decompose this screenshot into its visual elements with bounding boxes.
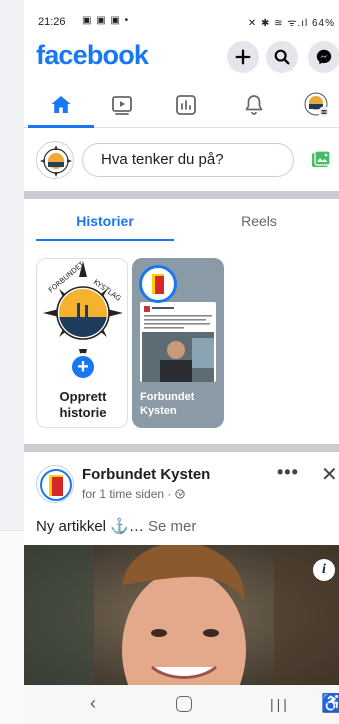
nav-notifications[interactable] — [224, 82, 284, 128]
post-image[interactable]: i — [24, 545, 339, 685]
search-button[interactable] — [266, 41, 298, 73]
profile-menu-icon — [304, 92, 330, 118]
info-icon[interactable]: i — [313, 559, 335, 581]
globe-icon — [175, 489, 185, 499]
nav-menu-profile[interactable] — [287, 82, 339, 128]
stories-tabs: Historier Reels — [24, 199, 339, 243]
back-nav-icon[interactable]: ‹ — [90, 693, 96, 714]
see-more-link[interactable]: Se mer — [144, 518, 196, 535]
photo-icon[interactable] — [310, 149, 332, 171]
section-divider — [24, 191, 339, 199]
plus-icon — [235, 49, 251, 65]
tab-historier[interactable]: Historier — [36, 199, 174, 243]
status-bar: 21:26 ▣ ▣ ▣ • ✕ ✱ ≋ ᯤ.ıl 64% — [24, 0, 339, 36]
home-nav-icon[interactable] — [176, 696, 192, 712]
club-logo-icon — [40, 145, 72, 177]
messenger-icon — [316, 49, 332, 65]
create-story-card[interactable]: FORBUNDET KYSTLAG + Opprett historie — [36, 258, 128, 428]
tab-active-indicator — [36, 239, 174, 241]
post-author-name[interactable]: Forbundet Kysten — [82, 466, 210, 483]
compass-logo-icon: FORBUNDET KYSTLAG — [43, 260, 123, 365]
post-header: Forbundet Kysten for 1 time siden · ••• … — [24, 452, 339, 512]
home-icon — [51, 96, 71, 113]
notification-icons: ▣ ▣ ▣ • — [82, 15, 130, 26]
create-story-label: Opprett historie — [59, 389, 107, 420]
create-button[interactable] — [227, 41, 259, 73]
android-navigation-bar: ‹ ||| ♿ — [24, 685, 339, 724]
system-icons: ✕ ✱ ≋ ᯤ.ıl — [247, 18, 309, 29]
bell-icon — [245, 95, 263, 115]
nav-active-indicator — [28, 125, 94, 128]
messenger-button[interactable] — [308, 41, 339, 73]
video-icon — [112, 96, 132, 115]
accessibility-icon[interactable]: ♿ — [321, 693, 339, 714]
post-author-avatar[interactable] — [36, 465, 74, 503]
post-composer: Hva tenker du på? — [24, 129, 339, 191]
story-author-name: Forbundet Kysten — [140, 391, 195, 417]
system-status: ✕ ✱ ≋ ᯤ.ıl 64% — [248, 15, 335, 29]
kysten-logo-icon — [152, 274, 164, 294]
battery-level: 64% — [311, 18, 335, 29]
tab-reels[interactable]: Reels — [190, 199, 328, 243]
story-thumbnail — [142, 306, 214, 382]
story-forbundet-kysten[interactable]: Forbundet Kysten — [132, 258, 224, 428]
facebook-app: 21:26 ▣ ▣ ▣ • ✕ ✱ ≋ ᯤ.ıl 64% facebook Hv… — [24, 0, 339, 724]
post-close-button[interactable]: ✕ — [321, 462, 338, 487]
search-icon — [274, 49, 290, 65]
section-divider — [24, 444, 339, 452]
main-nav — [24, 82, 339, 128]
kysten-logo-icon — [40, 469, 72, 501]
whats-on-your-mind-input[interactable]: Hva tenker du på? — [82, 143, 294, 177]
status-time: 21:26 — [38, 16, 66, 28]
add-story-plus-icon: + — [69, 353, 97, 381]
nav-home[interactable] — [31, 82, 91, 128]
post-options-button[interactable]: ••• — [277, 462, 299, 483]
avatar[interactable] — [36, 141, 74, 179]
portrait-photo — [24, 545, 339, 685]
recents-nav-icon[interactable]: ||| — [270, 696, 290, 712]
facebook-logo[interactable]: facebook — [36, 40, 149, 71]
story-avatar — [139, 265, 177, 303]
post-timestamp: for 1 time siden · — [82, 487, 185, 501]
background-strip — [0, 0, 24, 724]
story-preview — [140, 302, 216, 382]
create-story-avatar: FORBUNDET KYSTLAG — [37, 259, 127, 367]
nav-marketplace[interactable] — [156, 82, 216, 128]
nav-video[interactable] — [92, 82, 152, 128]
dashboard-icon — [176, 95, 196, 115]
post-text: Ny artikkel ⚓… Se mer — [36, 518, 197, 535]
